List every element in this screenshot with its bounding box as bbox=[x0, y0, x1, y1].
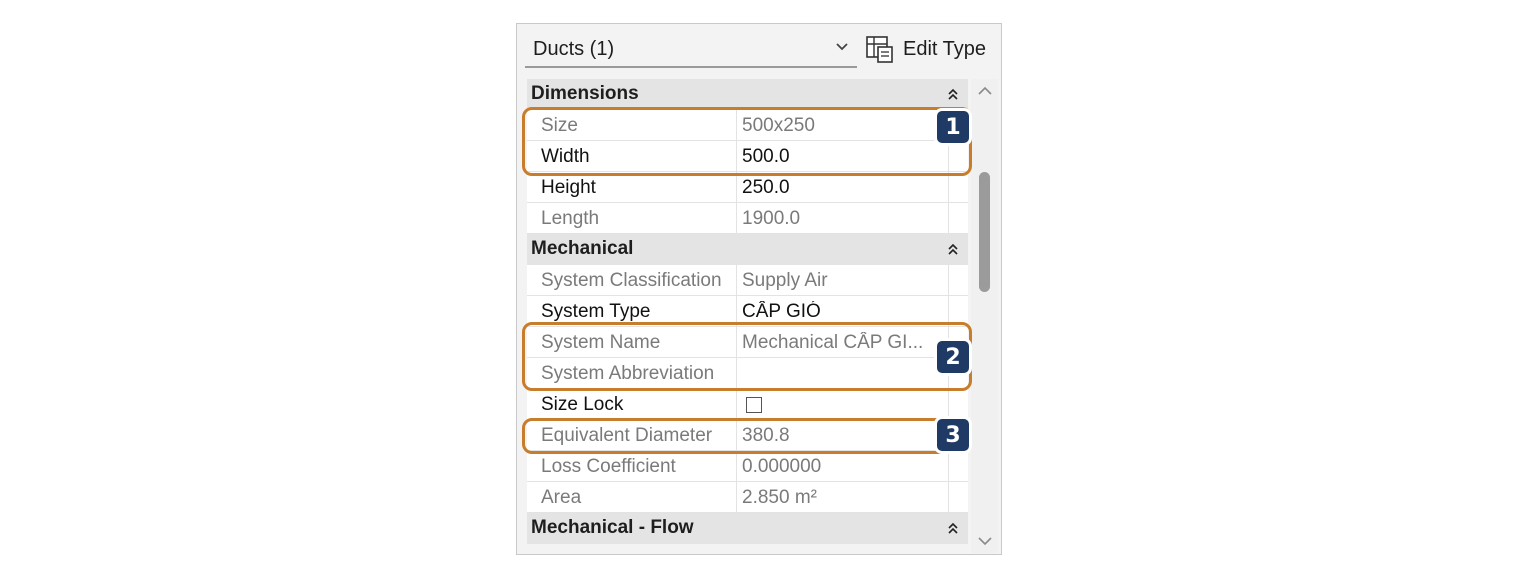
collapse-icon[interactable] bbox=[944, 520, 962, 538]
vertical-scrollbar[interactable] bbox=[971, 79, 998, 553]
properties-panel: Ducts (1) Edit Type Dimensions Size 500x… bbox=[516, 23, 1002, 555]
panel-header: Ducts (1) Edit Type bbox=[517, 24, 1001, 74]
type-selector-label: Ducts (1) bbox=[533, 38, 615, 60]
property-row-loss-coefficient: Loss Coefficient 0.000000 bbox=[527, 451, 968, 482]
property-name: Area bbox=[541, 487, 582, 508]
callout-box-1 bbox=[522, 107, 972, 176]
property-value: Supply Air bbox=[742, 270, 828, 291]
callout-box-3 bbox=[522, 418, 972, 454]
property-row-length: Length 1900.0 bbox=[527, 203, 968, 234]
callout-badge-2: 2 bbox=[934, 338, 972, 376]
section-header-dimensions[interactable]: Dimensions bbox=[527, 79, 968, 110]
section-header-mechanical-flow[interactable]: Mechanical - Flow bbox=[527, 513, 968, 544]
property-name: System Type bbox=[541, 301, 651, 322]
chevron-down-icon[interactable] bbox=[835, 40, 849, 54]
chevron-up-icon[interactable] bbox=[977, 85, 993, 97]
type-selector-dropdown[interactable]: Ducts (1) bbox=[525, 30, 857, 68]
section-title: Mechanical bbox=[531, 238, 634, 259]
property-name: Height bbox=[541, 177, 596, 198]
callout-badge-3: 3 bbox=[934, 416, 972, 454]
callout-badge-1: 1 bbox=[934, 108, 972, 146]
edit-type-button[interactable]: Edit Type bbox=[865, 32, 986, 66]
chevron-down-icon[interactable] bbox=[977, 535, 993, 547]
height-value-field[interactable]: 250.0 bbox=[742, 177, 942, 199]
property-row-size-lock: Size Lock bbox=[527, 389, 968, 420]
property-row-area: Area 2.850 m² bbox=[527, 482, 968, 513]
property-value: 2.850 m² bbox=[742, 487, 817, 508]
property-name: Length bbox=[541, 208, 600, 229]
system-type-field[interactable]: CẤP GIÓ bbox=[742, 301, 942, 323]
property-name: Size Lock bbox=[541, 394, 624, 415]
property-name: Loss Coefficient bbox=[541, 456, 676, 477]
edit-type-icon bbox=[866, 36, 893, 63]
property-name: System Classification bbox=[541, 270, 722, 291]
size-lock-checkbox[interactable] bbox=[746, 397, 762, 413]
property-value: 1900.0 bbox=[742, 208, 801, 229]
edit-type-label: Edit Type bbox=[903, 37, 987, 60]
property-value: 0.000000 bbox=[742, 456, 822, 477]
callout-box-2 bbox=[522, 322, 972, 391]
collapse-icon[interactable] bbox=[944, 86, 962, 104]
section-header-mechanical[interactable]: Mechanical bbox=[527, 234, 968, 265]
property-row-system-classification: System Classification Supply Air bbox=[527, 265, 968, 296]
collapse-icon[interactable] bbox=[944, 241, 962, 259]
scrollbar-thumb[interactable] bbox=[979, 172, 990, 292]
property-row-height[interactable]: Height 250.0 bbox=[527, 172, 968, 203]
section-title: Dimensions bbox=[531, 83, 639, 104]
section-title: Mechanical - Flow bbox=[531, 517, 694, 538]
